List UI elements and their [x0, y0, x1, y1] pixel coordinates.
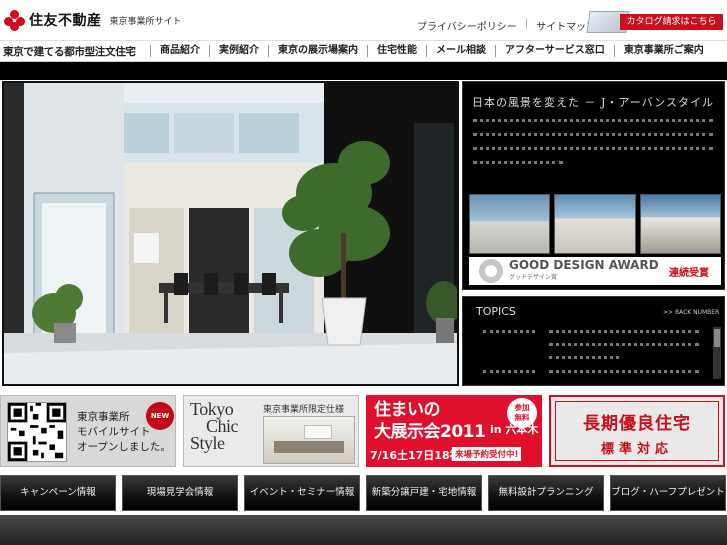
- bottom-nav: キャンペーン情報 現場見学会情報 イベント・セミナー情報 新築分譲戸建・宅地情報…: [0, 475, 727, 511]
- blog-present-button[interactable]: ブログ・ハーフプレゼント: [610, 475, 726, 511]
- nav-item-examples[interactable]: 実例紹介: [209, 45, 268, 57]
- back-number-link[interactable]: >> BACK NUMBER: [663, 309, 719, 316]
- footer-strip: [0, 515, 727, 545]
- qr-code-icon: [7, 402, 67, 462]
- free-design-button[interactable]: 無料設計プランニング: [488, 475, 604, 511]
- privacy-link[interactable]: プライバシーポリシー: [417, 18, 517, 33]
- house-thumbnail[interactable]: [554, 194, 636, 254]
- utility-links: プライバシーポリシー | サイトマップ: [417, 18, 596, 33]
- site-name: 東京事業所サイト: [109, 16, 182, 27]
- link-separator: |: [524, 18, 529, 29]
- house-interior-illustration: [4, 83, 457, 384]
- catalog-request-button[interactable]: カタログ請求はこちら: [620, 14, 723, 30]
- main-nav: 東京で建てる都市型注文住宅 商品紹介 実例紹介 東京の展示場案内 住宅性能 メー…: [0, 40, 727, 62]
- site-tour-button[interactable]: 現場見学会情報: [122, 475, 238, 511]
- feature-description-placeholder: [473, 114, 719, 165]
- long-life-title: 長期優良住宅: [583, 414, 691, 434]
- nav-item-performance[interactable]: 住宅性能: [367, 45, 426, 57]
- scrollbar-thumb[interactable]: [714, 329, 720, 347]
- header: 住友不動産 東京事業所サイト プライバシーポリシー | サイトマップ カタログ請…: [0, 0, 727, 40]
- award-subtitle: グッドデザイン賞: [509, 273, 558, 281]
- award-title: GOOD DESIGN AWARD グッドデザイン賞: [509, 259, 659, 284]
- housing-expo-banner[interactable]: 住まいの 大展示会2011 参加 無料 in 六本木 7/16土17日18祝 来…: [366, 395, 542, 467]
- brand-logo[interactable]: 住友不動産 東京事業所サイト: [4, 10, 182, 31]
- hero-image: [2, 81, 459, 386]
- nav-item-showrooms[interactable]: 東京の展示場案内: [268, 45, 367, 57]
- living-room-photo: [263, 416, 355, 464]
- mobile-line3: オープンしました。: [77, 441, 171, 453]
- tokyo-chic-style-logo: Tokyo Chic Style: [190, 400, 239, 453]
- expo-line2: 大展示会2011: [374, 422, 486, 442]
- style-word: Style: [190, 433, 225, 453]
- standard-support-label: 標準対応: [600, 442, 673, 457]
- topics-panel: TOPICS >> BACK NUMBER: [462, 296, 725, 386]
- good-design-g-mark-icon: [479, 259, 503, 283]
- event-seminar-button[interactable]: イベント・セミナー情報: [244, 475, 360, 511]
- topic-text: [549, 365, 699, 373]
- reservation-label: 来場予約受付中!: [452, 447, 522, 461]
- sumitomo-mark-icon: [4, 10, 26, 31]
- mobile-site-banner[interactable]: 東京事業所 モバイルサイト オープンしました。 NEW: [0, 395, 176, 467]
- topics-heading: TOPICS: [476, 305, 516, 318]
- expo-line1: 住まいの: [374, 400, 441, 420]
- new-badge: NEW: [146, 402, 174, 430]
- good-design-award-bar: GOOD DESIGN AWARD グッドデザイン賞 連続受賞: [469, 257, 721, 285]
- limited-spec-label: 東京事業所限定仕様: [263, 405, 345, 415]
- long-life-housing-banner[interactable]: 長期優良住宅 標準対応: [549, 395, 725, 467]
- nav-item-products[interactable]: 商品紹介: [150, 45, 209, 57]
- campaign-button[interactable]: キャンペーン情報: [0, 475, 116, 511]
- award-title-text: GOOD DESIGN AWARD: [509, 257, 659, 272]
- brand-name: 住友不動産: [29, 13, 102, 29]
- long-life-frame: 長期優良住宅 標準対応: [555, 401, 719, 461]
- feature-title: 日本の風景を変えた － J・アーバンスタイル: [472, 96, 714, 109]
- topics-scrollbar[interactable]: [713, 327, 721, 379]
- topic-text: [549, 325, 699, 359]
- new-homes-land-button[interactable]: 新築分譲戸建・宅地情報: [366, 475, 482, 511]
- house-thumbnail[interactable]: [639, 194, 721, 254]
- house-thumbnails: [469, 194, 721, 254]
- award-badge: 連続受賞: [669, 267, 709, 279]
- nav-tagline: 東京で建てる都市型注文住宅: [3, 45, 136, 58]
- house-thumbnail[interactable]: [469, 194, 551, 254]
- catalog-request[interactable]: カタログ請求はこちら: [586, 11, 723, 33]
- expo-location: in 六本木: [490, 423, 539, 436]
- topic-date: [483, 330, 535, 333]
- header-divider: [0, 62, 727, 80]
- nav-item-aftercare[interactable]: アフターサービス窓口: [495, 45, 614, 57]
- expo-dates: 7/16土17日18祝: [370, 449, 461, 462]
- expo-title: 住まいの 大展示会2011: [374, 399, 486, 443]
- free-entry-line1: 参加: [514, 403, 530, 412]
- topic-date: [483, 370, 535, 373]
- feature-panel[interactable]: 日本の風景を変えた － J・アーバンスタイル GOOD DESIGN AWARD…: [462, 81, 725, 290]
- nav-item-mail[interactable]: メール相談: [426, 45, 495, 57]
- nav-item-office[interactable]: 東京事業所ご案内: [613, 45, 713, 57]
- tokyo-chic-style-banner[interactable]: Tokyo Chic Style 東京事業所限定仕様: [183, 395, 359, 467]
